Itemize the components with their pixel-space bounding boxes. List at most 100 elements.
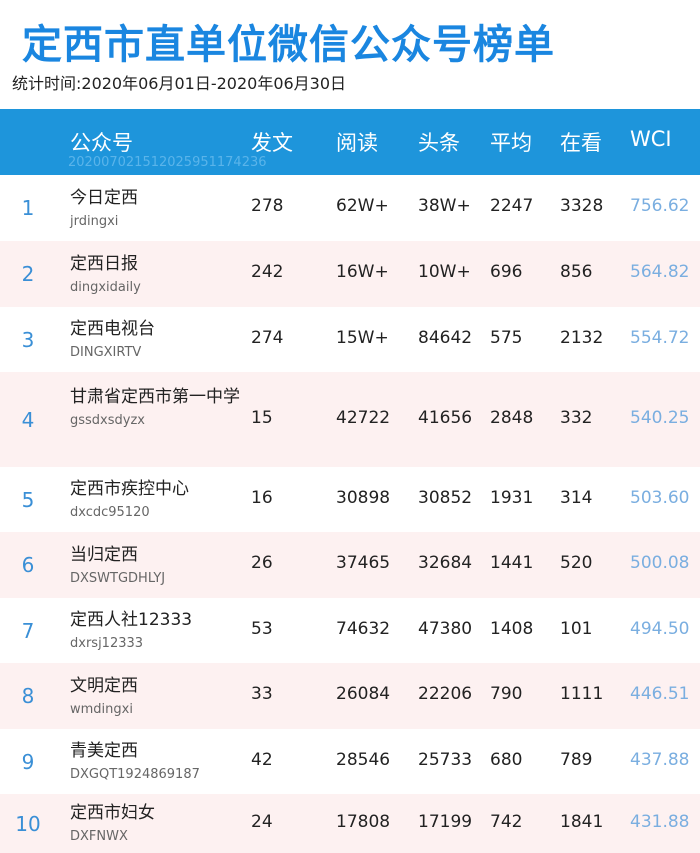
average-cell: 1441: [490, 553, 534, 573]
headline-cell: 38W+: [418, 196, 471, 216]
account-block: 甘肃省定西市第一中学 gssdxsdyzx: [70, 385, 240, 430]
account-id: dxrsj12333: [70, 636, 144, 651]
account-id: wmdingxi: [70, 701, 133, 717]
account-id: DXSWTGDHLYJ: [70, 570, 166, 586]
account-name: 定西日报: [70, 253, 138, 274]
wci-cell: 503.60: [630, 487, 690, 508]
header-posts: 发文: [251, 131, 293, 155]
posts-cell: 24: [251, 811, 273, 832]
header-watching: 在看: [560, 131, 602, 155]
headline-cell: 17199: [418, 811, 473, 832]
account-block: 定西市妇女 DXFNWX: [70, 801, 240, 846]
account-name: 今日定西: [70, 187, 138, 208]
headline-cell: 10W+: [418, 262, 471, 282]
posts-cell: 33: [251, 684, 273, 704]
wci-cell: 554.72: [630, 327, 690, 348]
reads-cell: 62W+: [336, 196, 389, 216]
account-name: 文明定西: [70, 675, 138, 696]
watching-cell: 520: [560, 553, 593, 573]
header-account: 公众号: [70, 131, 133, 155]
date-range: 统计时间:2020年06月01日-2020年06月30日: [12, 74, 347, 93]
posts-cell: 53: [251, 618, 273, 639]
account-name: 定西市疾控中心: [70, 479, 189, 499]
watching-cell: 1111: [560, 684, 604, 704]
headline-cell: 32684: [418, 553, 473, 573]
table-row: 7 定西人社12333 dxrsj12333 53 74632 47380 1408 101 4…: [0, 598, 700, 663]
average-cell: 790: [490, 684, 523, 704]
reads-cell: 37465: [336, 553, 391, 573]
account-id: dingxidaily: [70, 279, 141, 295]
account-block: 当归定西 DXSWTGDHLYJ: [70, 543, 240, 588]
account-id: jrdingxi: [70, 213, 119, 229]
account-block: 青美定西 DXGQT1924869187: [70, 739, 240, 784]
posts-cell: 15: [251, 407, 273, 428]
table-row: 6 当归定西 DXSWTGDHLYJ 26 37465 32684 1441 520 500.0…: [0, 532, 700, 598]
headline-cell: 22206: [418, 684, 473, 704]
account-name: 定西人社12333: [70, 610, 193, 630]
account-name: 甘肃省定西市第一中学: [70, 386, 240, 407]
account-block: 今日定西 jrdingxi: [70, 186, 240, 231]
headline-cell: 47380: [418, 618, 473, 639]
table-row: 2 定西日报 dingxidaily 242 16W+ 10W+ 696 856 564.82: [0, 241, 700, 307]
headline-cell: 41656: [418, 407, 473, 428]
table-header: 公众号 发文 阅读 头条 平均 在看 WCI 20200702151202595…: [0, 109, 700, 175]
rank-number: 6: [21, 553, 35, 577]
table-row: 5 定西市疾控中心 dxcdc95120 16 30898 30852 1931 314 503…: [0, 467, 700, 532]
header-wci: WCI: [630, 127, 672, 151]
table-row: 1 今日定西 jrdingxi 278 62W+ 38W+ 2247 3328 756.62: [0, 175, 700, 241]
rank-number: 8: [21, 684, 35, 708]
posts-cell: 274: [251, 327, 284, 348]
watching-cell: 2132: [560, 327, 604, 348]
account-id: DXFNWX: [70, 829, 128, 844]
account-id: DINGXIRTV: [70, 345, 142, 360]
rank-number: 4: [21, 407, 35, 432]
reads-cell: 28546: [336, 749, 391, 770]
watching-cell: 101: [560, 618, 593, 639]
watching-cell: 856: [560, 262, 593, 282]
wci-cell: 431.88: [630, 811, 690, 832]
account-block: 定西人社12333 dxrsj12333: [70, 608, 240, 653]
header-watermark: 20200702151202595117423​6: [68, 155, 267, 170]
table-row: 8 文明定西 wmdingxi 33 26084 22206 790 1111 446.51: [0, 663, 700, 729]
table-row: 10 定西市妇女 DXFNWX 24 17808 17199 742 1841 431.88: [0, 794, 700, 853]
average-cell: 1931: [490, 487, 534, 508]
account-block: 定西日报 dingxidaily: [70, 252, 240, 297]
watching-cell: 1841: [560, 811, 604, 832]
watching-cell: 314: [560, 487, 593, 508]
account-block: 文明定西 wmdingxi: [70, 674, 240, 719]
wci-cell: 437.88: [630, 749, 690, 770]
account-name: 青美定西: [70, 741, 138, 761]
wci-cell: 494.50: [630, 618, 690, 639]
average-cell: 2247: [490, 196, 534, 216]
posts-cell: 26: [251, 553, 273, 573]
average-cell: 742: [490, 811, 523, 832]
rank-number: 5: [21, 487, 35, 512]
table-row: 9 青美定西 DXGQT1924869187 42 28546 25733 680 789 43…: [0, 729, 700, 794]
reads-cell: 74632: [336, 618, 391, 639]
reads-cell: 17808: [336, 811, 391, 832]
average-cell: 1408: [490, 618, 534, 639]
reads-cell: 30898: [336, 487, 391, 508]
headline-cell: 84642: [418, 327, 473, 348]
account-id: dxcdc95120: [70, 505, 150, 520]
watching-cell: 789: [560, 749, 593, 770]
average-cell: 696: [490, 262, 523, 282]
reads-cell: 42722: [336, 407, 391, 428]
wci-cell: 500.08: [630, 553, 690, 573]
headline-cell: 30852: [418, 487, 473, 508]
wci-cell: 446.51: [630, 684, 690, 704]
posts-cell: 16: [251, 487, 273, 508]
header-average: 平均: [490, 131, 532, 155]
posts-cell: 242: [251, 262, 284, 282]
rank-number: 7: [21, 618, 35, 643]
account-block: 定西市疾控中心 dxcdc95120: [70, 477, 240, 522]
watching-cell: 332: [560, 407, 593, 428]
wci-cell: 540.25: [630, 407, 690, 428]
watching-cell: 3328: [560, 196, 604, 216]
rank-number: 1: [21, 196, 35, 220]
wci-cell: 564.82: [630, 262, 690, 282]
average-cell: 680: [490, 749, 523, 770]
wci-cell: 756.62: [630, 196, 690, 216]
posts-cell: 278: [251, 196, 284, 216]
account-id: gssdxsdyzx: [70, 412, 145, 428]
